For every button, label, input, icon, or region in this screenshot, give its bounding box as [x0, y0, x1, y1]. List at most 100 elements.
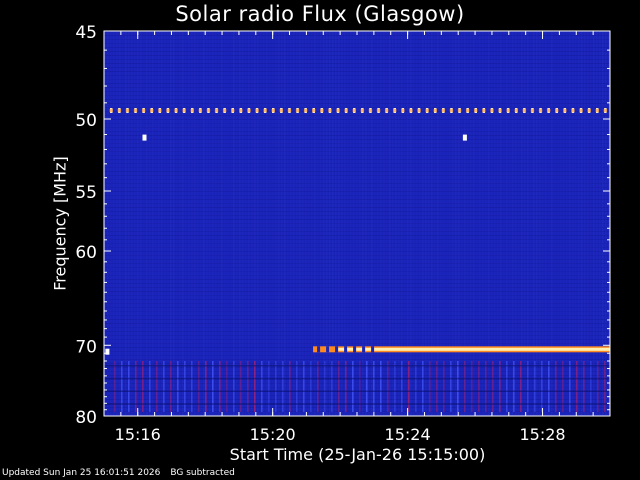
texture-row — [104, 199, 610, 200]
y-tick-label: 50 — [75, 111, 97, 131]
texture-row — [104, 271, 610, 272]
texture-row — [104, 175, 610, 176]
texture-row — [104, 79, 610, 80]
band-gap — [353, 346, 357, 353]
stripe-row — [104, 365, 610, 367]
burst-glow — [247, 109, 251, 112]
band-gap — [317, 346, 321, 353]
burst-glow — [255, 109, 259, 112]
band-gap — [326, 346, 330, 353]
texture-row — [104, 179, 610, 180]
texture-row — [104, 187, 610, 188]
burst-glow — [360, 109, 365, 112]
texture-row — [104, 135, 610, 136]
texture-row — [104, 259, 610, 260]
burst-glow — [409, 109, 413, 112]
texture-row — [104, 327, 610, 328]
burst-glow — [538, 109, 543, 112]
texture-row — [104, 71, 610, 72]
burst-glow — [498, 109, 502, 112]
bg-note: BG subtracted — [170, 468, 235, 478]
texture-row — [104, 279, 610, 280]
point-mark — [142, 134, 147, 141]
burst-glow — [425, 109, 429, 112]
burst-glow — [328, 109, 332, 112]
texture-row — [104, 267, 610, 268]
texture-row — [104, 247, 610, 248]
texture-row — [104, 167, 610, 168]
texture-row — [104, 319, 610, 320]
texture-row — [104, 163, 610, 164]
burst-glow — [579, 109, 583, 112]
burst-glow — [150, 109, 154, 112]
texture-row — [104, 39, 610, 40]
burst-glow — [158, 109, 162, 112]
burst-glow — [457, 109, 462, 112]
burst-glow — [352, 109, 356, 112]
chart-area: Solar radio Flux (Glasgow) 45 50 55 60 70 80 1… — [0, 0, 640, 480]
texture-row — [104, 295, 610, 296]
texture-row — [104, 335, 610, 336]
x-axis-label: Start Time (25-Jan-26 15:15:00) — [229, 445, 486, 464]
burst-glow — [530, 109, 535, 112]
burst-glow — [206, 109, 211, 112]
texture-row — [104, 207, 610, 208]
footer: Updated Sun Jan 25 16:01:51 2026 BG subtr… — [2, 468, 245, 478]
burst-glow — [174, 109, 178, 112]
burst-glow — [320, 109, 324, 112]
texture-row — [104, 87, 610, 88]
burst-glow — [571, 109, 575, 112]
burst-glow — [239, 109, 243, 112]
texture-row — [104, 107, 610, 108]
texture-row — [104, 99, 610, 100]
texture-row — [104, 251, 610, 252]
point-mark — [462, 134, 467, 141]
burst-glow — [303, 109, 308, 112]
burst-glow — [287, 109, 292, 112]
burst-glow — [222, 109, 227, 112]
burst-glow — [182, 109, 186, 112]
texture-row — [104, 95, 610, 96]
burst-glow — [336, 109, 340, 112]
burst-glow — [312, 109, 316, 112]
burst-glow — [368, 109, 373, 112]
burst-glow — [563, 109, 567, 112]
band-gap — [344, 346, 348, 353]
texture-row — [104, 119, 610, 120]
texture-row — [104, 307, 610, 308]
texture-row — [104, 171, 610, 172]
band-gap — [362, 346, 366, 353]
texture-row — [104, 147, 610, 148]
texture-row — [104, 219, 610, 220]
stripe-row — [104, 403, 610, 405]
texture-row — [104, 223, 610, 224]
burst-glow — [198, 109, 203, 112]
band-core — [338, 347, 610, 351]
texture-row — [104, 155, 610, 156]
burst-glow — [271, 109, 275, 112]
texture-row — [104, 283, 610, 284]
burst-glow — [522, 109, 527, 112]
texture-row — [104, 331, 610, 332]
burst-glow — [133, 109, 138, 112]
texture-row — [104, 35, 610, 36]
y-tick-label: 45 — [75, 23, 97, 43]
burst-glow — [279, 109, 284, 112]
burst-glow — [595, 109, 599, 112]
burst-glow — [474, 109, 478, 112]
burst-glow — [231, 109, 235, 112]
burst-glow — [166, 109, 170, 112]
texture-row — [104, 183, 610, 184]
burst-glow — [449, 109, 454, 112]
texture-row — [104, 231, 610, 232]
burst-glow — [125, 109, 130, 112]
x-tick-label: 15:24 — [385, 425, 431, 444]
y-tick-label: 55 — [75, 183, 97, 203]
y-axis-label: Frequency [MHz] — [50, 156, 70, 291]
texture-row — [104, 287, 610, 288]
texture-row — [104, 239, 610, 240]
texture-row — [104, 235, 610, 236]
burst-glow — [263, 109, 267, 112]
texture-row — [104, 291, 610, 292]
burst-glow — [433, 109, 437, 112]
